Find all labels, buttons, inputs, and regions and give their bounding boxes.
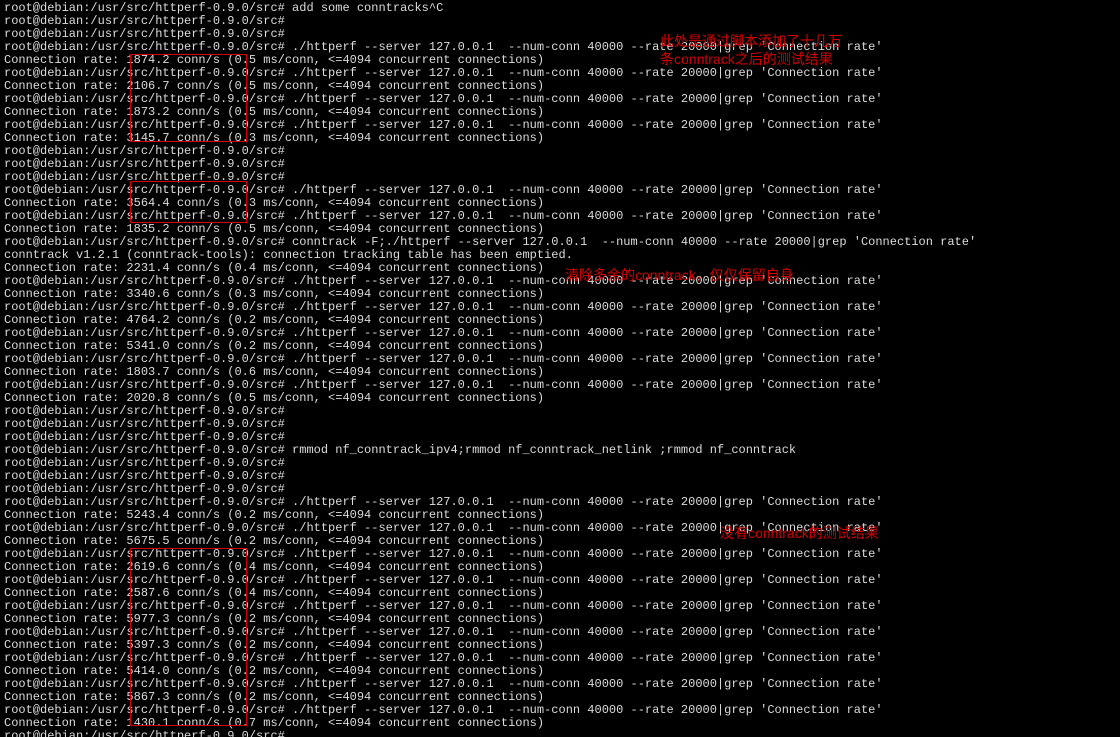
terminal-output[interactable]: root@debian:/usr/src/httperf-0.9.0/src# … — [0, 0, 1120, 737]
final-prompt: root@debian:/usr/src/httperf-0.9.0/src# — [4, 730, 1116, 737]
